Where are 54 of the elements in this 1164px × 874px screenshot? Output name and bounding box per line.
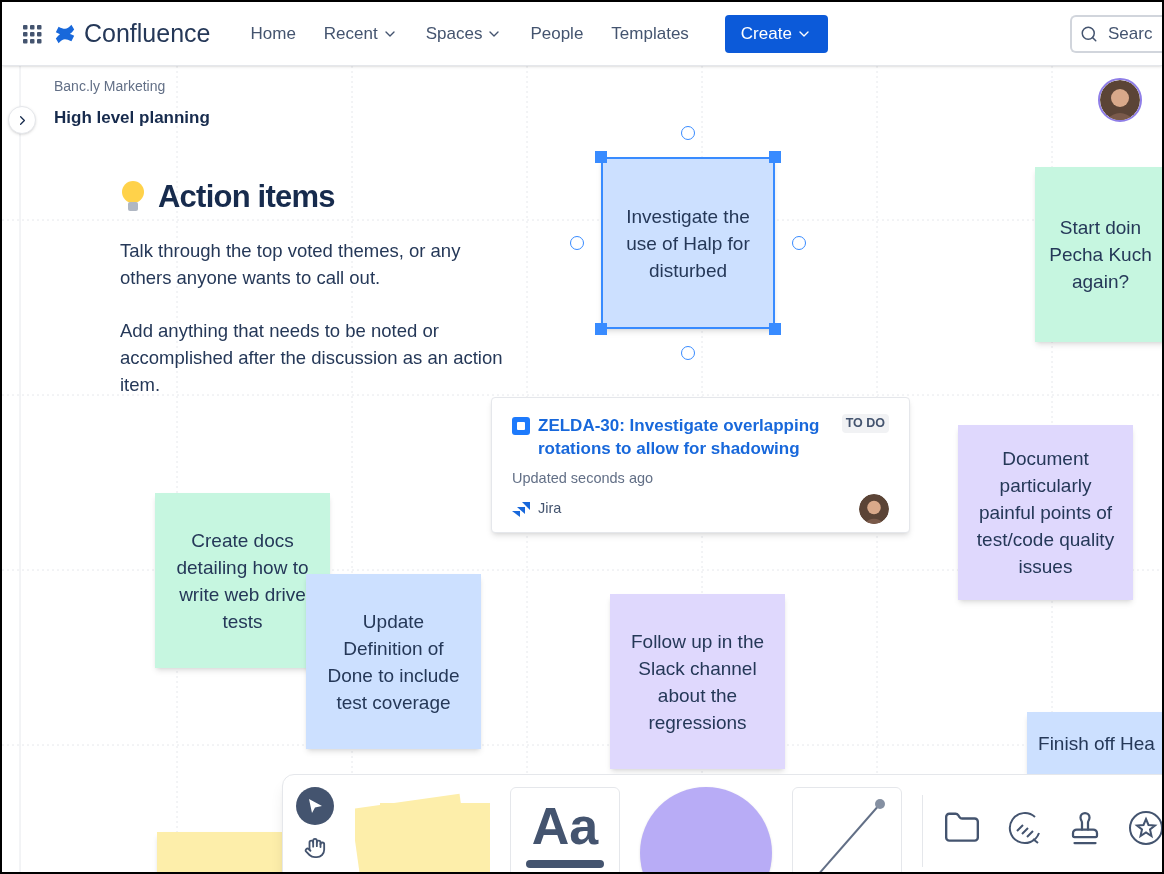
sticky-text: Document particularly painful points of test/code quality issues	[976, 447, 1115, 579]
status-lozenge: TO DO	[841, 414, 889, 433]
avatar[interactable]	[859, 493, 889, 524]
space-name[interactable]: Banc.ly Marketing	[54, 76, 210, 97]
resize-handle[interactable]	[595, 151, 607, 163]
sticky-note[interactable]: Finish off Hea	[1027, 712, 1162, 774]
updated-time: Updated seconds ago	[512, 469, 655, 488]
product-name[interactable]: Confluence	[84, 14, 211, 53]
sticky-text: Create docs detailing how to write web drive tests	[176, 528, 309, 634]
sticky-note[interactable]: Follow up in the Slack channel about the regressions	[610, 594, 785, 769]
star-badge-icon[interactable]	[1127, 809, 1162, 847]
nav-link[interactable]: Templates	[611, 20, 689, 47]
sticky-text: Finish off Hea	[1038, 731, 1155, 756]
resize-handle[interactable]	[769, 323, 781, 335]
select-tool[interactable]	[296, 787, 334, 825]
connector-handle[interactable]	[792, 236, 806, 250]
hand-icon	[304, 837, 326, 859]
page-title: High level planning	[54, 107, 210, 129]
sticky-note[interactable]: Start doin Pecha Kuch again?	[1035, 167, 1162, 342]
sticky-text: Start doin Pecha Kuch again?	[1049, 216, 1152, 294]
task-icon	[512, 417, 530, 435]
nav-link[interactable]: People	[530, 20, 584, 47]
resize-handle[interactable]	[769, 151, 781, 163]
nav-link[interactable]: Spaces	[425, 20, 503, 47]
sticky-note[interactable]: Create docs detailing how to write web drive tests	[155, 493, 330, 668]
search-field[interactable]: Searc	[1070, 14, 1162, 53]
create-button[interactable]: Create	[724, 14, 828, 53]
instruction-text: Talk through the top voted themes, or any others anyone wants to call out.	[120, 238, 462, 290]
sticky-text: Follow up in the Slack channel about the regressions	[630, 629, 765, 735]
sticky-text: Update Definition of Done to include test coverage	[327, 609, 460, 715]
app-grid-icon[interactable]	[22, 23, 42, 44]
issue-link[interactable]: ZELDA-30: Investigate overlapping rotations to allow for shadowing	[538, 414, 834, 460]
connector-handle[interactable]	[681, 126, 695, 140]
jira-icon	[512, 500, 530, 517]
nav-link[interactable]: Home	[250, 20, 296, 47]
text-tool[interactable]: Aa	[510, 787, 620, 872]
expand-sidebar-button[interactable]	[8, 106, 36, 134]
sticky-note[interactable]: Update Definition of Done to include test coverage	[306, 574, 481, 749]
avatar[interactable]	[1098, 78, 1142, 122]
instruction-text: Add anything that needs to be noted or accomplished after the discussion as an action item.	[120, 318, 504, 397]
section-heading: Action items	[158, 178, 335, 216]
logo-icon	[54, 22, 76, 45]
pointer-icon	[306, 797, 324, 815]
sticky-note[interactable]: Investigate the use of Halp for disturbed	[601, 157, 775, 329]
sticky-text: Investigate the use of Halp for disturbed	[626, 204, 750, 283]
source-name: Jira	[538, 498, 562, 518]
nav-link[interactable]: Recent	[323, 20, 398, 47]
jira-card[interactable]: ZELDA-30: Investigate overlapping rotations to allow for shadowing TO DO Updated seconds ago Jira	[491, 397, 910, 533]
line-tool[interactable]	[792, 787, 902, 872]
resize-handle[interactable]	[595, 323, 607, 335]
connector-handle[interactable]	[681, 346, 695, 360]
sticky-note[interactable]: Document particularly painful points of test/code quality issues	[958, 425, 1133, 600]
search-icon	[1080, 24, 1098, 43]
connector-handle[interactable]	[570, 236, 584, 250]
